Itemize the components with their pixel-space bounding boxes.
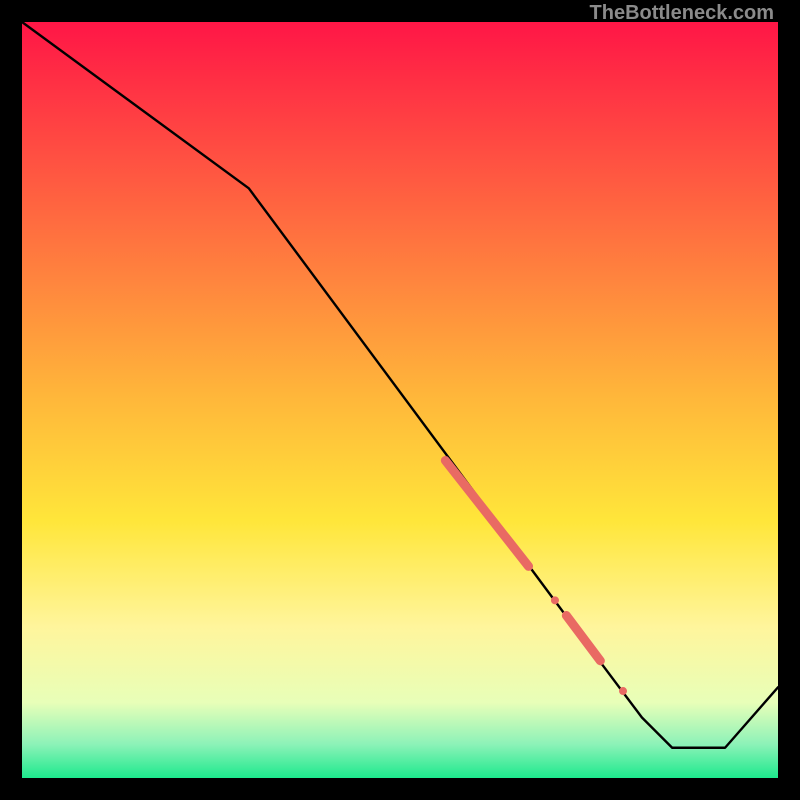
chart-svg [22,22,778,778]
gradient-background [22,22,778,778]
chart-frame: TheBottleneck.com [0,0,800,800]
dot-1 [551,596,559,604]
plot-area [22,22,778,778]
dot-2 [619,687,627,695]
